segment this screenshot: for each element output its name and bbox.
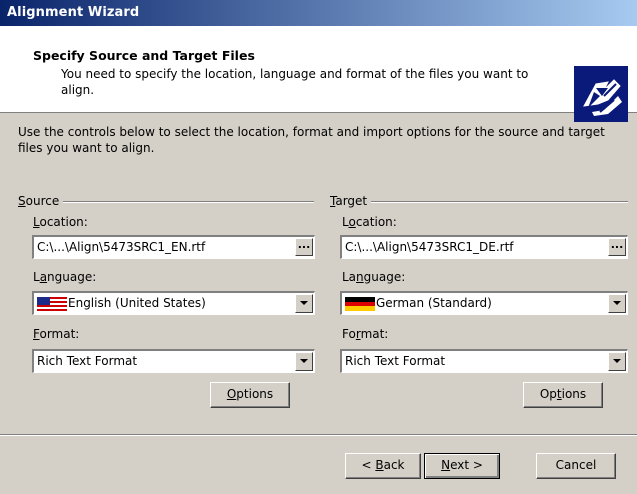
source-group-label: Source bbox=[18, 194, 64, 208]
chevron-down-icon bbox=[613, 301, 621, 305]
target-format-dropdown-button[interactable] bbox=[608, 352, 626, 371]
instructions-text: Use the controls below to select the loc… bbox=[18, 125, 605, 155]
source-options-button[interactable]: Options bbox=[210, 382, 290, 408]
source-format-label: Format: bbox=[33, 327, 80, 341]
target-options-button[interactable]: Options bbox=[523, 382, 603, 408]
source-location-field[interactable]: C:\...\Align\5473SRC1_EN.rtf ... bbox=[32, 235, 315, 259]
footer-divider bbox=[0, 434, 637, 436]
target-format-value: Rich Text Format bbox=[345, 354, 446, 368]
target-location-field[interactable]: C:\...\Align\5473SRC1_DE.rtf ... bbox=[340, 235, 628, 259]
source-format-select[interactable]: Rich Text Format bbox=[32, 349, 315, 373]
target-location-label: Location: bbox=[342, 215, 397, 229]
target-language-select[interactable]: German (Standard) bbox=[340, 291, 628, 315]
chevron-down-icon bbox=[300, 359, 308, 363]
target-language-label: Language: bbox=[342, 270, 406, 284]
target-group-divider bbox=[330, 201, 628, 203]
target-format-select[interactable]: Rich Text Format bbox=[340, 349, 628, 373]
target-group-label: Target bbox=[330, 194, 372, 208]
target-format-label: Format: bbox=[342, 327, 389, 341]
source-language-value: English (United States) bbox=[68, 296, 206, 310]
german-flag-icon bbox=[345, 297, 375, 311]
source-format-value: Rich Text Format bbox=[37, 354, 138, 368]
window-title: Alignment Wizard bbox=[7, 5, 140, 20]
source-location-label: Location: bbox=[33, 215, 88, 229]
us-flag-icon bbox=[37, 297, 67, 311]
source-format-dropdown-button[interactable] bbox=[295, 352, 313, 371]
page-title: Specify Source and Target Files bbox=[33, 48, 255, 63]
wizard-header: Specify Source and Target Files You need… bbox=[0, 26, 637, 122]
chevron-down-icon bbox=[613, 359, 621, 363]
title-bar[interactable]: Alignment Wizard bbox=[0, 0, 637, 26]
target-language-value: German (Standard) bbox=[376, 296, 492, 310]
target-browse-button[interactable]: ... bbox=[608, 238, 626, 256]
source-browse-button[interactable]: ... bbox=[295, 238, 313, 256]
source-location-value: C:\...\Align\5473SRC1_EN.rtf bbox=[37, 240, 206, 254]
next-button[interactable]: Next > bbox=[424, 453, 500, 479]
source-language-dropdown-button[interactable] bbox=[295, 294, 313, 313]
back-button[interactable]: < Back bbox=[345, 453, 421, 479]
wizard-hands-icon bbox=[574, 66, 628, 122]
cancel-button[interactable]: Cancel bbox=[536, 453, 616, 479]
source-language-select[interactable]: English (United States) bbox=[32, 291, 315, 315]
target-location-value: C:\...\Align\5473SRC1_DE.rtf bbox=[345, 240, 514, 254]
page-subtitle: You need to specify the location, langua… bbox=[61, 67, 529, 97]
source-language-label: Language: bbox=[33, 270, 97, 284]
target-language-dropdown-button[interactable] bbox=[608, 294, 626, 313]
chevron-down-icon bbox=[300, 301, 308, 305]
alignment-wizard-window: Alignment Wizard Specify Source and Targ… bbox=[0, 0, 637, 494]
